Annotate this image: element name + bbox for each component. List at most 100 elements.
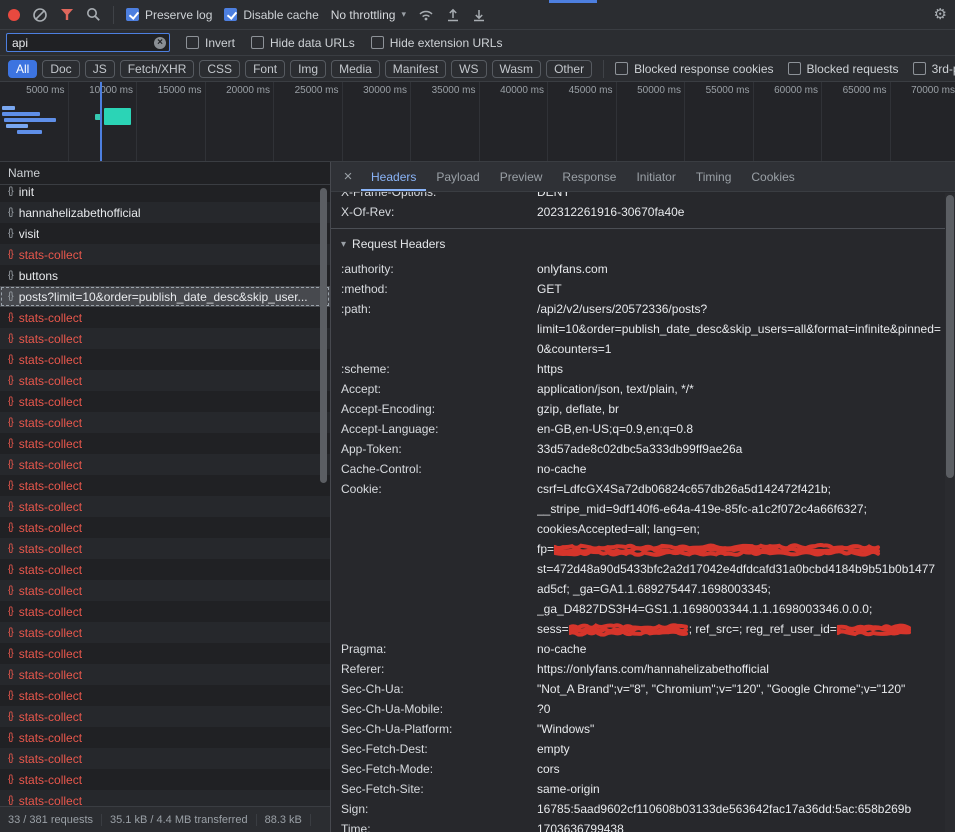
type-filter-fetch-xhr[interactable]: Fetch/XHR — [120, 60, 195, 78]
search-button[interactable] — [86, 7, 101, 22]
type-filter-media[interactable]: Media — [331, 60, 380, 78]
close-details-button[interactable]: × — [335, 162, 361, 191]
request-row[interactable]: {}stats-collect — [0, 538, 330, 559]
type-filter-css[interactable]: CSS — [199, 60, 240, 78]
request-row[interactable]: {}stats-collect — [0, 622, 330, 643]
type-filter-ws[interactable]: WS — [451, 60, 486, 78]
request-name: stats-collect — [19, 248, 82, 262]
timeline-tick: 45000 ms — [548, 82, 617, 161]
tab-payload[interactable]: Payload — [426, 162, 489, 191]
request-row[interactable]: {}stats-collect — [0, 664, 330, 685]
request-row[interactable]: {}visit — [0, 223, 330, 244]
type-filter-all[interactable]: All — [8, 60, 37, 78]
request-row[interactable]: {}stats-collect — [0, 580, 330, 601]
type-filter-doc[interactable]: Doc — [42, 60, 79, 78]
transferred-size: 35.1 kB / 4.4 MB transferred — [102, 814, 257, 826]
type-filter-wasm[interactable]: Wasm — [492, 60, 542, 78]
settings-button[interactable]: ⚙ — [934, 7, 947, 22]
filter-checkbox-blocked-response-cookies[interactable]: Blocked response cookies — [615, 62, 773, 76]
timeline-overview[interactable]: 5000 ms10000 ms15000 ms20000 ms25000 ms3… — [0, 82, 955, 162]
hide-extension-urls-toggle[interactable]: Hide extension URLs — [371, 36, 503, 50]
request-row[interactable]: {}stats-collect — [0, 412, 330, 433]
checkbox-label: Blocked response cookies — [634, 62, 773, 76]
filter-checkbox-blocked-requests[interactable]: Blocked requests — [788, 62, 899, 76]
request-row[interactable]: {}posts?limit=10&order=publish_date_desc… — [0, 286, 330, 307]
scrollbar-thumb[interactable] — [946, 195, 954, 478]
import-har-button[interactable] — [446, 8, 460, 22]
hide-data-urls-toggle[interactable]: Hide data URLs — [251, 36, 355, 50]
type-filter-js[interactable]: JS — [85, 60, 115, 78]
redaction-scribble — [837, 623, 911, 636]
invert-toggle[interactable]: Invert — [186, 36, 235, 50]
disable-cache-toggle[interactable]: Disable cache — [224, 8, 318, 22]
timeline-tick: 30000 ms — [343, 82, 412, 161]
request-row[interactable]: {}stats-collect — [0, 769, 330, 790]
tab-cookies[interactable]: Cookies — [741, 162, 804, 191]
header-name: :path: — [341, 299, 537, 359]
header-value-text: fp= — [537, 542, 554, 556]
request-row[interactable]: {}stats-collect — [0, 433, 330, 454]
request-name: stats-collect — [19, 563, 82, 577]
request-row[interactable]: {}stats-collect — [0, 244, 330, 265]
filter-button[interactable] — [60, 8, 74, 21]
file-icon: {} — [8, 585, 13, 596]
request-row[interactable]: {}stats-collect — [0, 475, 330, 496]
export-har-button[interactable] — [472, 8, 486, 22]
request-row[interactable]: {}stats-collect — [0, 685, 330, 706]
request-row[interactable]: {}stats-collect — [0, 748, 330, 769]
header-name: Sign: — [341, 799, 537, 819]
request-row[interactable]: {}stats-collect — [0, 706, 330, 727]
tab-headers[interactable]: Headers — [361, 162, 426, 191]
request-row[interactable]: {}stats-collect — [0, 559, 330, 580]
type-filter-img[interactable]: Img — [290, 60, 326, 78]
request-row[interactable]: {}stats-collect — [0, 454, 330, 475]
request-row[interactable]: {}stats-collect — [0, 391, 330, 412]
request-row[interactable]: {}stats-collect — [0, 349, 330, 370]
request-row[interactable]: {}stats-collect — [0, 727, 330, 748]
request-row[interactable]: {}stats-collect — [0, 328, 330, 349]
request-headers-section-header[interactable]: ▾ Request Headers — [341, 229, 955, 259]
scrollbar-thumb[interactable] — [320, 188, 327, 483]
timeline-tick-label: 15000 ms — [158, 85, 202, 96]
request-row[interactable]: {}stats-collect — [0, 370, 330, 391]
request-list-scrollbar[interactable] — [319, 186, 328, 805]
name-column-header[interactable]: Name — [0, 162, 330, 185]
network-conditions-icon — [418, 8, 434, 21]
filter-input[interactable] — [12, 36, 154, 50]
tab-initiator[interactable]: Initiator — [626, 162, 685, 191]
record-button[interactable] — [8, 9, 20, 21]
hide-extension-urls-label: Hide extension URLs — [390, 36, 503, 50]
header-name: Accept-Encoding: — [341, 399, 537, 419]
header-row: Sign:16785:5aad9602cf110608b03133de56364… — [341, 799, 955, 819]
request-row[interactable]: {}buttons — [0, 265, 330, 286]
type-filter-font[interactable]: Font — [245, 60, 285, 78]
tab-preview[interactable]: Preview — [490, 162, 553, 191]
request-name: stats-collect — [19, 353, 82, 367]
clear-network-log-button[interactable] — [32, 7, 48, 23]
clear-filter-icon[interactable]: × — [154, 37, 166, 49]
request-row[interactable]: {}hannahelizabethofficial — [0, 202, 330, 223]
request-row[interactable]: {}stats-collect — [0, 517, 330, 538]
type-filter-manifest[interactable]: Manifest — [385, 60, 446, 78]
checkbox-label: 3rd-party requests — [932, 62, 955, 76]
request-row[interactable]: {}init — [0, 185, 330, 202]
checkbox-checked-icon — [126, 8, 139, 21]
tab-response[interactable]: Response — [552, 162, 626, 191]
tab-timing[interactable]: Timing — [686, 162, 742, 191]
header-name: Sec-Fetch-Mode: — [341, 759, 537, 779]
request-row[interactable]: {}stats-collect — [0, 643, 330, 664]
type-filter-other[interactable]: Other — [546, 60, 592, 78]
filter-checkbox-3rd-party-requests[interactable]: 3rd-party requests — [913, 62, 955, 76]
request-row[interactable]: {}stats-collect — [0, 496, 330, 517]
details-scrollbar[interactable] — [945, 193, 955, 832]
throttling-dropdown[interactable]: No throttling ▾ — [331, 8, 406, 22]
request-name: stats-collect — [19, 374, 82, 388]
preserve-log-toggle[interactable]: Preserve log — [126, 8, 212, 22]
request-name: init — [19, 185, 34, 199]
request-row[interactable]: {}stats-collect — [0, 790, 330, 806]
request-headers-title: Request Headers — [352, 237, 445, 251]
request-row[interactable]: {}stats-collect — [0, 307, 330, 328]
request-name: stats-collect — [19, 773, 82, 787]
request-row[interactable]: {}stats-collect — [0, 601, 330, 622]
network-conditions-button[interactable] — [418, 8, 434, 21]
